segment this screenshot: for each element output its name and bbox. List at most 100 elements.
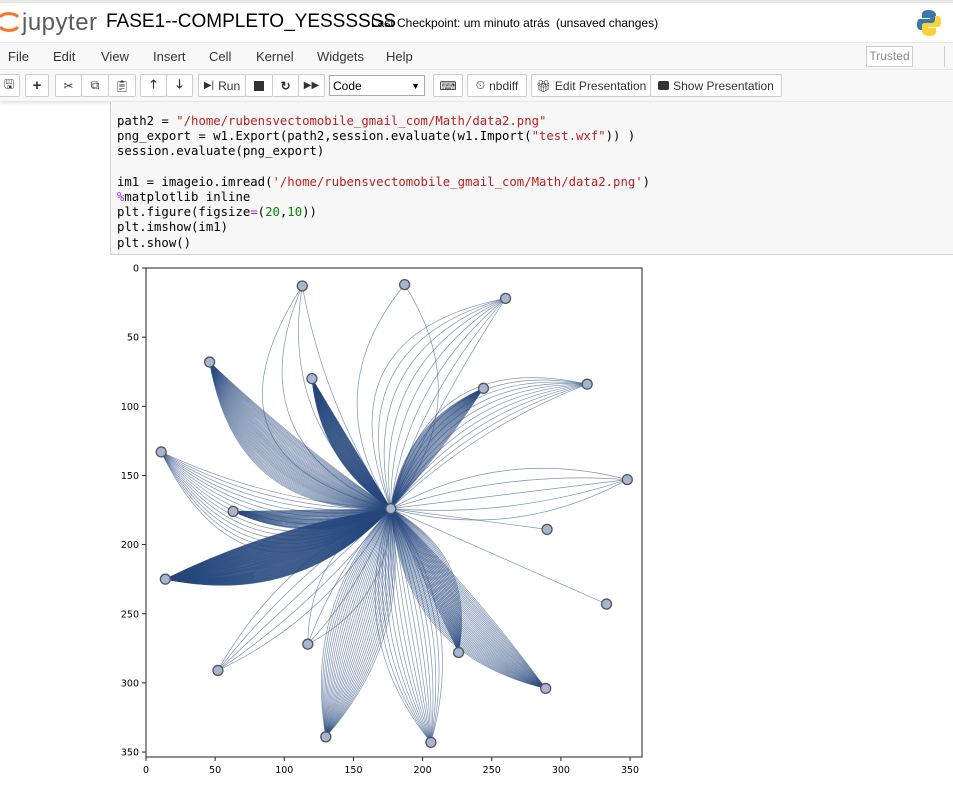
copy-button[interactable]: ⧉ bbox=[81, 74, 109, 97]
code-token: )) bbox=[302, 205, 317, 220]
code-token: "/home/rubensvectomobile_gmail_com/Math/… bbox=[176, 114, 547, 128]
menu-cell[interactable]: Cell bbox=[209, 49, 231, 64]
toolbar: 🖫 + ✂ ⧉ 📋︎ 🡑 🡓 ▶| Run ↻ ▶▶ Code ▼ ⌨ ⏲ nbdif… bbox=[0, 71, 953, 101]
move-down-button[interactable]: 🡓 bbox=[166, 74, 193, 97]
nbdiff-button[interactable]: ⏲ nbdiff bbox=[467, 74, 527, 97]
stop-icon bbox=[254, 80, 264, 91]
code-token: path2 = bbox=[117, 114, 177, 128]
header: jupyter FASE1--COMPLETO_YESSSSSS Last Ch… bbox=[0, 0, 953, 40]
kernel-indicator bbox=[944, 46, 953, 67]
x-tick-label: 150 bbox=[344, 765, 362, 776]
run-label: Run bbox=[218, 78, 241, 93]
code-token: plt.figure(figsize bbox=[117, 205, 251, 220]
x-tick-label: 350 bbox=[621, 765, 639, 776]
menu-edit[interactable]: Edit bbox=[53, 49, 75, 64]
jupyter-logo[interactable]: jupyter bbox=[0, 7, 100, 37]
cut-button[interactable]: ✂ bbox=[55, 74, 82, 97]
nbdiff-label: nbdiff bbox=[489, 78, 519, 93]
code-token: png_export = w1.Export(path2,session.eva… bbox=[117, 129, 532, 144]
logo-text: jupyter bbox=[22, 9, 98, 36]
y-tick-label: 0 bbox=[133, 264, 139, 275]
code-token: = bbox=[250, 205, 258, 220]
edit-presentation-label: Edit Presentation bbox=[554, 78, 647, 93]
trusted-indicator[interactable]: Trusted bbox=[866, 46, 913, 67]
menu-kernel[interactable]: Kernel bbox=[256, 49, 294, 64]
graph-node bbox=[306, 372, 318, 385]
menu-file[interactable]: File bbox=[8, 49, 29, 64]
x-tick-label: 200 bbox=[414, 765, 432, 776]
graph-node bbox=[621, 473, 633, 486]
cell-type-select[interactable]: Code ▼ bbox=[329, 75, 425, 96]
menu-insert[interactable]: Insert bbox=[153, 49, 186, 64]
y-tick-label: 50 bbox=[127, 333, 139, 344]
code-editor[interactable]: path2 = "/home/rubensvectomobile_gmail_c… bbox=[117, 114, 650, 251]
code-line: plt.figure(figsize=(20,10)) bbox=[117, 205, 650, 220]
code-token: im1 = imageio.imread( bbox=[117, 174, 273, 189]
y-tick-label: 250 bbox=[121, 609, 139, 620]
x-tick-label: 250 bbox=[483, 765, 501, 776]
x-tick-label: 0 bbox=[143, 765, 149, 776]
y-tick-label: 300 bbox=[121, 678, 139, 689]
plus-icon: + bbox=[32, 77, 42, 94]
code-cell[interactable]: path2 = "/home/rubensvectomobile_gmail_c… bbox=[110, 102, 953, 255]
keyboard-icon: ⌨ bbox=[439, 78, 457, 93]
code-token: session.evaluate(png_export) bbox=[117, 144, 325, 159]
y-tick-label: 150 bbox=[121, 471, 139, 482]
graph-node bbox=[398, 278, 411, 291]
insert-cell-button[interactable]: + bbox=[25, 74, 49, 97]
graph-node bbox=[581, 378, 593, 390]
x-tick-label: 50 bbox=[209, 765, 221, 776]
graph-node bbox=[540, 682, 552, 695]
save-icon: 🖫 bbox=[3, 77, 15, 91]
gift-icon: 🎁︎ bbox=[535, 78, 551, 93]
graph-node bbox=[499, 292, 512, 305]
x-tick-label: 300 bbox=[552, 765, 570, 776]
move-up-button[interactable]: 🡑 bbox=[140, 74, 167, 97]
edit-presentation-button[interactable]: 🎁︎ Edit Presentation bbox=[531, 74, 651, 97]
restart-run-all-button[interactable]: ▶▶ bbox=[298, 74, 325, 97]
code-token: )) ) bbox=[605, 129, 636, 144]
code-token: matplotlib inline bbox=[124, 189, 251, 204]
code-token: ) bbox=[642, 174, 651, 189]
restart-icon: ↻ bbox=[280, 78, 291, 93]
code-token: 10 bbox=[287, 205, 303, 220]
code-token: "test.wxf" bbox=[531, 129, 606, 144]
code-token: plt.show() bbox=[117, 235, 192, 250]
figure-background bbox=[110, 260, 650, 780]
graph-node bbox=[155, 446, 167, 458]
restart-button[interactable]: ↻ bbox=[272, 74, 299, 97]
code-token: ( bbox=[257, 205, 266, 220]
caret-down-icon: ▼ bbox=[411, 81, 420, 91]
graph-node bbox=[227, 505, 239, 518]
code-line: %matplotlib inline bbox=[117, 190, 650, 205]
code-token: '/home/rubensvectomobile_gmail_com/Math/… bbox=[272, 174, 643, 189]
graph-node bbox=[477, 382, 490, 394]
code-line: im1 = imageio.imread('/home/rubensvectom… bbox=[117, 175, 650, 190]
fast-forward-icon: ▶▶ bbox=[303, 80, 320, 91]
graph-node bbox=[541, 523, 553, 536]
notebook-title[interactable]: FASE1--COMPLETO_YESSSSSS bbox=[106, 11, 396, 33]
save-button[interactable]: 🖫 bbox=[0, 74, 20, 97]
autosave-status: (unsaved changes) bbox=[556, 16, 659, 30]
graph-node bbox=[212, 664, 224, 677]
paste-button[interactable]: 📋︎ bbox=[108, 74, 136, 97]
graph-node bbox=[385, 502, 397, 515]
code-token: 20 bbox=[265, 205, 280, 220]
menu-widgets[interactable]: Widgets bbox=[317, 49, 364, 64]
menu-help[interactable]: Help bbox=[386, 49, 413, 64]
python-logo-icon bbox=[917, 10, 941, 36]
show-presentation-label: Show Presentation bbox=[673, 78, 774, 93]
menu-view[interactable]: View bbox=[101, 49, 129, 64]
arrow-up-icon: 🡑 bbox=[150, 77, 157, 91]
x-tick-label: 100 bbox=[275, 765, 293, 776]
command-palette-button[interactable]: ⌨ bbox=[433, 74, 463, 97]
show-presentation-button[interactable]: Show Presentation bbox=[650, 74, 782, 97]
interrupt-button[interactable] bbox=[245, 74, 273, 97]
code-line: session.evaluate(png_export) bbox=[117, 144, 650, 159]
graph-node bbox=[159, 573, 172, 585]
y-tick-label: 350 bbox=[121, 748, 139, 759]
run-button[interactable]: ▶| Run bbox=[198, 74, 246, 97]
copy-icon: ⧉ bbox=[90, 78, 100, 92]
youtube-play-icon bbox=[658, 81, 670, 90]
